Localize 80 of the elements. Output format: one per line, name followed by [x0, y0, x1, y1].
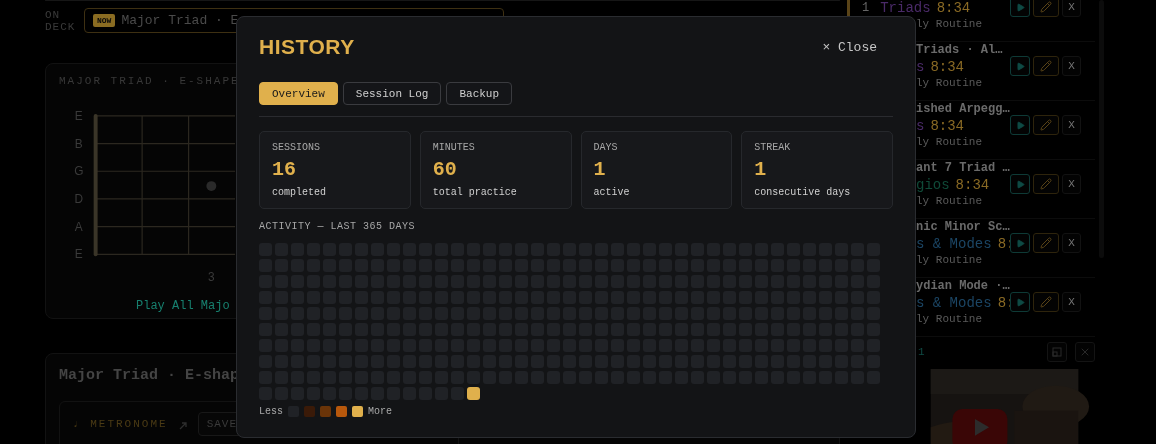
- play-icon: [1015, 179, 1025, 189]
- remove-button[interactable]: X: [1062, 56, 1081, 76]
- now-badge: NOW: [93, 14, 116, 27]
- stat-value: 16: [272, 158, 296, 182]
- category-label: gios: [916, 177, 950, 193]
- stat-value: 60: [432, 158, 457, 182]
- dialog-title: HISTORY: [259, 35, 355, 59]
- exercise-name: Triads · Al…: [916, 42, 1004, 59]
- remove-button[interactable]: X: [1062, 292, 1081, 312]
- stat-caption: completed: [272, 187, 326, 199]
- stat-caption: active: [593, 187, 630, 199]
- item-number: 1: [862, 1, 870, 15]
- pencil-icon: [1040, 178, 1052, 190]
- play-button[interactable]: [1010, 56, 1030, 76]
- routine-label: ly Routine: [916, 76, 983, 91]
- duration: 8:34: [955, 177, 990, 193]
- duration: 8:34: [930, 118, 964, 134]
- stat-value: 1: [593, 158, 606, 182]
- routine-label: ly Routine: [916, 253, 983, 268]
- play-all-button[interactable]: Play All Majo: [136, 299, 230, 313]
- play-button[interactable]: [1010, 0, 1030, 17]
- stat-label: STREAK: [754, 142, 791, 154]
- stat-label: SESSIONS: [272, 142, 320, 154]
- edit-button[interactable]: [1033, 115, 1059, 135]
- play-button[interactable]: [1010, 174, 1030, 194]
- play-icon: [1015, 120, 1025, 130]
- remove-button[interactable]: X: [1062, 0, 1081, 17]
- duration: 8:34: [936, 0, 971, 16]
- play-button[interactable]: [1010, 233, 1030, 253]
- stat-label: MINUTES: [432, 142, 475, 154]
- pencil-icon: [1040, 1, 1052, 13]
- stat-caption: total practice: [432, 187, 517, 199]
- close-icon: [1079, 346, 1091, 358]
- edit-button[interactable]: [1033, 233, 1059, 253]
- pencil-icon: [1040, 237, 1052, 249]
- window-icon: [1052, 347, 1062, 357]
- pencil-icon: [1040, 60, 1052, 72]
- routine-label: ly Routine: [916, 312, 983, 327]
- play-icon: [1015, 297, 1025, 307]
- routine-label: ly Routine: [916, 194, 983, 209]
- tab[interactable]: Overview: [259, 82, 338, 105]
- category-label: s & Modes: [916, 236, 992, 252]
- play-icon: [1015, 61, 1025, 71]
- stat-value: 1: [754, 158, 767, 182]
- exercise-name: ydian Mode ·…: [916, 278, 1010, 295]
- close-video-button[interactable]: [1075, 342, 1095, 362]
- tab[interactable]: Backup: [446, 82, 513, 105]
- play-button[interactable]: [1010, 115, 1030, 135]
- edit-button[interactable]: [1033, 56, 1059, 76]
- edit-button[interactable]: [1033, 292, 1059, 312]
- category-label: s: [916, 59, 925, 75]
- edit-button[interactable]: [1033, 174, 1059, 194]
- metronome-label: ♩ METRONOME: [73, 418, 168, 430]
- edit-button[interactable]: [1033, 0, 1059, 17]
- video-label: 1: [918, 346, 925, 358]
- expand-icon[interactable]: [177, 421, 188, 431]
- play-icon: [1015, 2, 1025, 12]
- stat-label: DAYS: [593, 142, 618, 154]
- exercise-name: ant 7 Triad …: [916, 160, 1010, 177]
- duration: 8:34: [930, 59, 964, 75]
- popout-button[interactable]: [1047, 342, 1067, 362]
- remove-button[interactable]: X: [1062, 174, 1081, 194]
- on-deck-label: ON DECK: [45, 8, 77, 33]
- remove-button[interactable]: X: [1062, 233, 1081, 253]
- category-label: s & Modes: [916, 295, 992, 311]
- category-label: Triads: [880, 0, 931, 16]
- remove-button[interactable]: X: [1062, 115, 1081, 135]
- exercise-name: nic Minor Sc…: [916, 219, 1010, 236]
- legend-less: Less: [259, 406, 283, 417]
- play-button[interactable]: [1010, 292, 1030, 312]
- tab[interactable]: Session Log: [342, 82, 442, 105]
- play-icon: [1015, 238, 1025, 248]
- routine-label: ly Routine: [916, 17, 983, 32]
- activity-title: ACTIVITY — LAST 365 DAYS: [259, 221, 417, 232]
- category-label: s: [916, 118, 925, 134]
- exercise-name: ished Arpegg…: [916, 101, 1010, 118]
- pencil-icon: [1040, 119, 1052, 131]
- routine-label: ly Routine: [916, 135, 983, 150]
- legend-more: More: [368, 406, 393, 417]
- pencil-icon: [1040, 296, 1052, 308]
